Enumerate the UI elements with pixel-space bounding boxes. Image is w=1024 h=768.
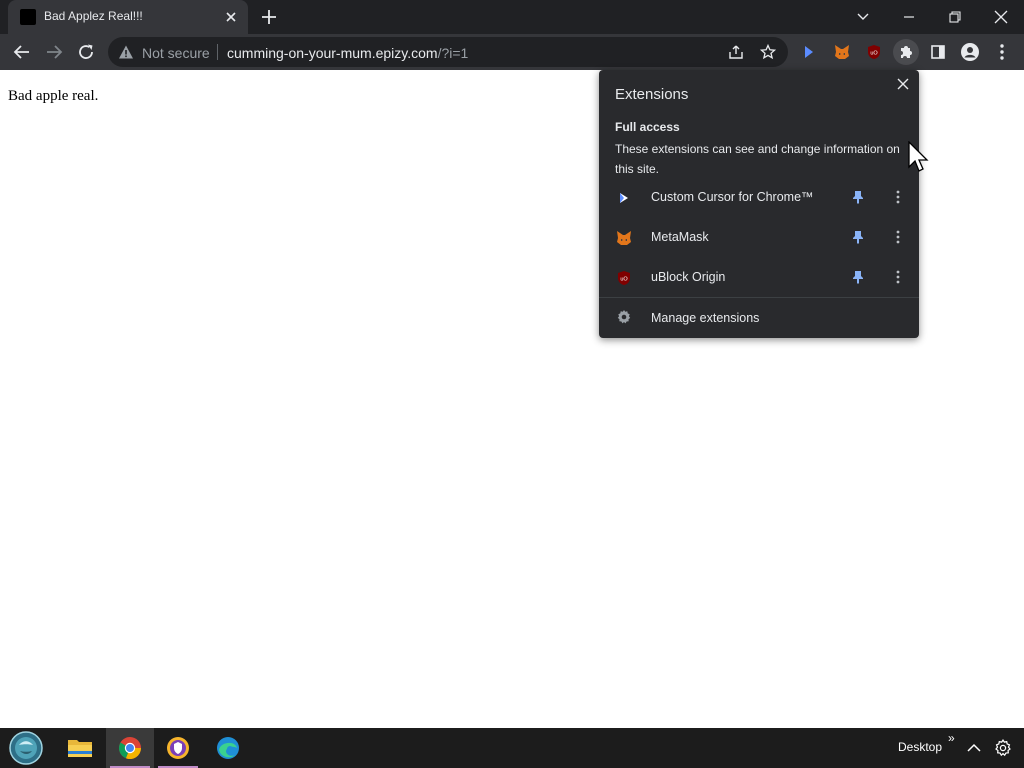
address-bar[interactable]: Not secure cumming-on-your-mum.epizy.com… — [108, 37, 788, 67]
arrow-right-icon — [47, 45, 63, 59]
minimize-button[interactable] — [886, 0, 932, 34]
brave-taskbar-button[interactable] — [154, 728, 202, 768]
close-icon — [226, 12, 236, 22]
extension-name: MetaMask — [651, 230, 709, 244]
svg-text:uO: uO — [620, 277, 628, 283]
security-status-label[interactable]: Not secure — [142, 45, 210, 61]
metamask-fox-icon — [615, 229, 633, 247]
close-icon — [994, 10, 1008, 24]
custom-cursor-icon — [615, 189, 633, 207]
chrome-taskbar-button[interactable] — [106, 728, 154, 768]
pin-icon — [853, 191, 863, 204]
side-panel-button[interactable] — [925, 39, 951, 65]
section-title: Full access — [615, 120, 680, 134]
url-path: /?i=1 — [437, 45, 469, 61]
kebab-menu-icon — [896, 230, 900, 244]
chevron-down-icon — [857, 13, 869, 20]
share-button[interactable] — [724, 41, 748, 63]
pin-button[interactable] — [849, 188, 867, 206]
metamask-fox-icon — [835, 45, 849, 59]
chevron-up-icon — [967, 743, 981, 752]
extensions-button[interactable] — [893, 39, 919, 65]
start-button[interactable] — [2, 728, 50, 768]
extension-row-ublock-origin[interactable]: uO uBlock Origin — [599, 257, 919, 297]
mouse-pointer-icon — [908, 141, 929, 172]
ublock-origin-extension-button[interactable]: uO — [861, 39, 887, 65]
chrome-menu-button[interactable] — [989, 39, 1015, 65]
extension-name: uBlock Origin — [651, 270, 726, 284]
star-icon — [760, 44, 776, 60]
pin-button[interactable] — [849, 268, 867, 286]
reload-icon — [79, 44, 93, 59]
chrome-icon — [118, 737, 142, 760]
browser-tab[interactable]: Bad Applez Real!!! — [8, 0, 248, 34]
edge-taskbar-button[interactable] — [204, 728, 252, 768]
share-icon — [729, 45, 743, 59]
puzzle-icon — [901, 46, 912, 58]
url-text[interactable]: cumming-on-your-mum.epizy.com/?i=1 — [227, 45, 468, 61]
extension-row-metamask[interactable]: MetaMask — [599, 217, 919, 257]
tab-search-button[interactable] — [840, 0, 886, 34]
popup-title: Extensions — [615, 86, 689, 103]
custom-cursor-extension-button[interactable] — [796, 39, 822, 65]
url-host: cumming-on-your-mum.epizy.com — [227, 45, 438, 61]
omnibox-divider — [217, 44, 218, 60]
tab-title: Bad Applez Real!!! — [44, 9, 143, 23]
profile-button[interactable] — [957, 39, 983, 65]
metamask-extension-button[interactable] — [829, 39, 855, 65]
kebab-menu-icon — [896, 190, 900, 204]
edge-icon — [217, 737, 239, 759]
page-body-text: Bad apple real. — [8, 88, 99, 104]
extension-row-custom-cursor[interactable]: Custom Cursor for Chrome™ — [599, 177, 919, 217]
new-tab-button[interactable] — [259, 7, 279, 27]
file-explorer-button[interactable] — [56, 728, 104, 768]
plus-icon — [262, 10, 276, 24]
start-orb-icon — [9, 731, 43, 765]
ublock-origin-icon: uO — [615, 269, 633, 287]
arrow-left-icon — [13, 45, 29, 59]
gear-icon — [617, 310, 631, 324]
desktop-toolbar-label[interactable]: Desktop — [898, 740, 942, 754]
forward-button[interactable] — [40, 38, 68, 66]
popup-close-button[interactable] — [893, 74, 913, 94]
tab-close-button[interactable] — [222, 8, 240, 26]
extension-more-button[interactable] — [889, 228, 907, 246]
kebab-menu-icon — [1000, 44, 1004, 60]
folder-icon — [68, 740, 92, 757]
title-bar: Bad Applez Real!!! — [0, 0, 1024, 34]
kebab-menu-icon — [896, 270, 900, 284]
ublock-origin-icon: uO — [868, 45, 880, 59]
toolbar-overflow-chevron[interactable]: » — [948, 731, 955, 745]
browser-toolbar: Not secure cumming-on-your-mum.epizy.com… — [0, 34, 1024, 70]
close-icon — [897, 78, 909, 90]
window-close-button[interactable] — [978, 0, 1024, 34]
restore-button[interactable] — [932, 0, 978, 34]
warning-icon[interactable] — [118, 44, 134, 60]
manage-extensions-button[interactable]: Manage extensions — [599, 298, 919, 338]
side-panel-icon — [931, 45, 945, 59]
profile-avatar-icon — [961, 43, 979, 61]
extension-name: Custom Cursor for Chrome™ — [651, 190, 814, 204]
extensions-popup: Extensions Full access These extensions … — [599, 70, 919, 338]
extension-more-button[interactable] — [889, 268, 907, 286]
tab-favicon — [20, 9, 36, 25]
brave-shield-icon — [167, 737, 189, 759]
restore-icon — [949, 11, 961, 23]
bookmark-button[interactable] — [756, 41, 780, 63]
section-description: These extensions can see and change info… — [615, 142, 900, 176]
settings-tray-button[interactable] — [992, 737, 1014, 759]
pin-icon — [853, 231, 863, 244]
svg-text:uO: uO — [870, 51, 878, 57]
gear-icon — [995, 739, 1011, 757]
minimize-icon — [904, 16, 914, 18]
taskbar: Desktop » — [0, 728, 1024, 768]
extension-more-button[interactable] — [889, 188, 907, 206]
show-hidden-icons-button[interactable] — [964, 738, 984, 758]
pin-button[interactable] — [849, 228, 867, 246]
pin-icon — [853, 271, 863, 284]
back-button[interactable] — [8, 38, 36, 66]
manage-extensions-label: Manage extensions — [651, 311, 760, 325]
custom-cursor-icon — [805, 46, 813, 58]
reload-button[interactable] — [72, 38, 100, 66]
